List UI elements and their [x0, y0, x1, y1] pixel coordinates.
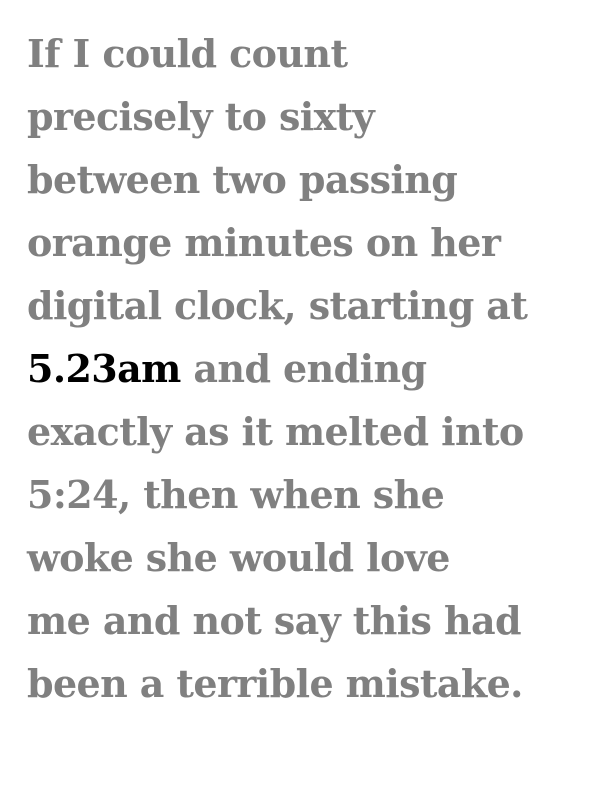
quote-line: between two passing	[27, 157, 458, 202]
quote-line: 5:24, then when she	[27, 472, 445, 517]
quote-line: been a terrible mistake.	[27, 661, 523, 706]
highlighted-time: 5.23am	[27, 346, 181, 391]
quote-line: woke she would love	[27, 535, 450, 580]
quote-line: precisely to sixty	[27, 94, 375, 139]
quote-line-with-time: 5.23am and ending	[27, 337, 587, 400]
quote-line: me and not say this had	[27, 598, 522, 643]
quote-line: digital clock, starting at	[27, 283, 528, 328]
quote-line-tail: and ending	[180, 346, 427, 391]
quote-line: If I could count	[27, 31, 348, 76]
quote-line: exactly as it melted into	[27, 409, 524, 454]
quote-line: orange minutes on her	[27, 220, 501, 265]
quote-passage: If I could count precisely to sixty betw…	[27, 22, 587, 715]
